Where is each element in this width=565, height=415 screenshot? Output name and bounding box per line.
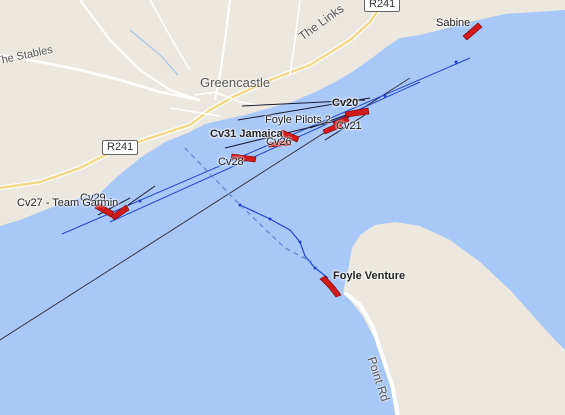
vessel-label-foyle-venture[interactable]: Foyle Venture (333, 270, 405, 282)
vessel-label-cv27[interactable]: Cv27 - Team Garmin (17, 197, 118, 209)
vessel-label-cv20[interactable]: Cv20 (332, 97, 358, 109)
vessel-label-sabine[interactable]: Sabine (436, 17, 470, 29)
vessel-label-cv21[interactable]: Cv21 (336, 120, 362, 132)
place-label-greencastle: Greencastle (200, 75, 271, 90)
vessel-label-foyle-pilots[interactable]: Foyle Pilots 2 (265, 114, 331, 126)
road-shield-r241-top: R241 (364, 0, 401, 12)
marine-traffic-map[interactable]: Greencastle The Links The Stables Point … (0, 0, 565, 415)
vessel-label-cv28[interactable]: Cv28 (218, 156, 244, 168)
vessel-label-cv26[interactable]: Cv26 (266, 136, 292, 148)
road-shield-r241-left: R241 (102, 140, 139, 155)
